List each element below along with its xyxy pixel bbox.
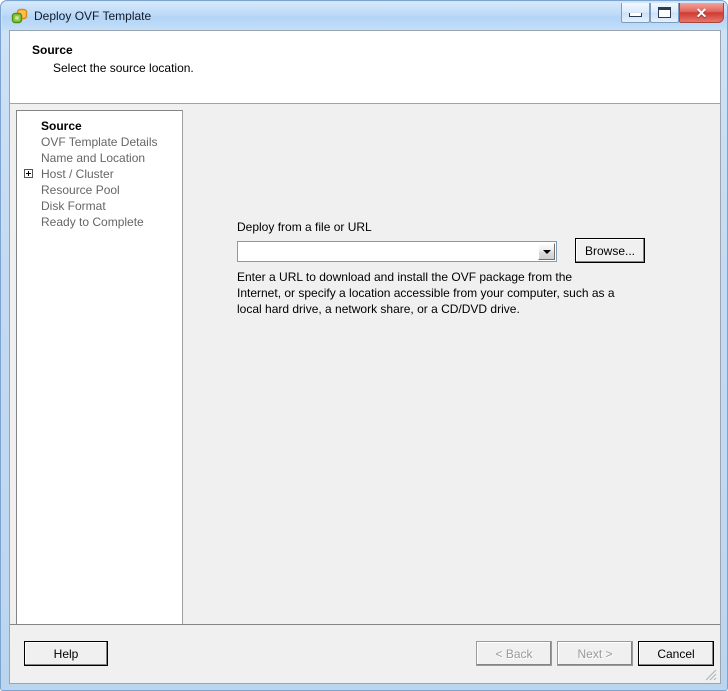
page-subtitle: Select the source location. xyxy=(53,61,194,75)
sidebar-item-label: Name and Location xyxy=(41,151,146,165)
source-description: Enter a URL to download and install the … xyxy=(237,270,615,316)
client-area: Source Select the source location. Sourc… xyxy=(9,30,721,684)
sidebar-item-resource-pool[interactable]: Resource Pool xyxy=(17,182,182,198)
back-button[interactable]: < Back xyxy=(476,641,552,666)
source-input[interactable] xyxy=(238,243,538,260)
expand-plus-icon[interactable] xyxy=(24,169,33,178)
sidebar-item-label: Disk Format xyxy=(41,199,106,213)
source-field-label: Deploy from a file or URL xyxy=(237,220,372,234)
sidebar-item-source[interactable]: Source xyxy=(17,118,182,134)
sidebar-item-label: Ready to Complete xyxy=(41,215,144,229)
close-icon: ✕ xyxy=(695,4,708,21)
maximize-button[interactable] xyxy=(650,3,679,23)
sidebar-item-ready-to-complete[interactable]: Ready to Complete xyxy=(17,214,182,230)
minimize-icon xyxy=(629,13,642,17)
next-button[interactable]: Next > xyxy=(557,641,633,666)
chevron-down-icon[interactable] xyxy=(538,243,555,260)
source-combobox[interactable] xyxy=(237,241,557,262)
sidebar-item-label: Host / Cluster xyxy=(41,167,114,181)
wizard-header: Source Select the source location. xyxy=(10,31,720,104)
sidebar-item-label: OVF Template Details xyxy=(41,135,158,149)
wizard-footer: Help < Back Next > Cancel xyxy=(10,624,720,683)
title-bar[interactable]: Deploy OVF Template ✕ xyxy=(2,2,727,30)
resize-grip[interactable] xyxy=(703,667,717,681)
sidebar-item-ovf-template-details[interactable]: OVF Template Details xyxy=(17,134,182,150)
page-title: Source xyxy=(32,43,73,57)
wizard-step-list: Source OVF Template Details Name and Loc… xyxy=(16,110,183,632)
sidebar-item-label: Resource Pool xyxy=(41,183,120,197)
minimize-button[interactable] xyxy=(621,3,650,23)
window-controls: ✕ xyxy=(621,3,724,25)
content-pane: Deploy from a file or URL Browse... Ente… xyxy=(190,105,720,648)
sidebar-item-host-cluster[interactable]: Host / Cluster xyxy=(17,166,182,182)
wizard-body: Source OVF Template Details Name and Loc… xyxy=(10,105,720,648)
dropdown-triangle xyxy=(542,249,551,254)
sidebar-item-label: Source xyxy=(41,119,82,133)
sidebar-item-name-and-location[interactable]: Name and Location xyxy=(17,150,182,166)
deploy-ovf-template-window: Deploy OVF Template ✕ Source Select the … xyxy=(0,0,728,691)
ovf-template-icon xyxy=(11,8,28,25)
cancel-button[interactable]: Cancel xyxy=(638,641,714,666)
browse-button[interactable]: Browse... xyxy=(575,238,645,263)
help-button[interactable]: Help xyxy=(24,641,108,666)
window-frame: Deploy OVF Template ✕ Source Select the … xyxy=(1,1,727,690)
window-title: Deploy OVF Template xyxy=(34,9,152,23)
maximize-icon xyxy=(658,7,671,18)
sidebar-item-disk-format[interactable]: Disk Format xyxy=(17,198,182,214)
close-button[interactable]: ✕ xyxy=(679,3,724,23)
